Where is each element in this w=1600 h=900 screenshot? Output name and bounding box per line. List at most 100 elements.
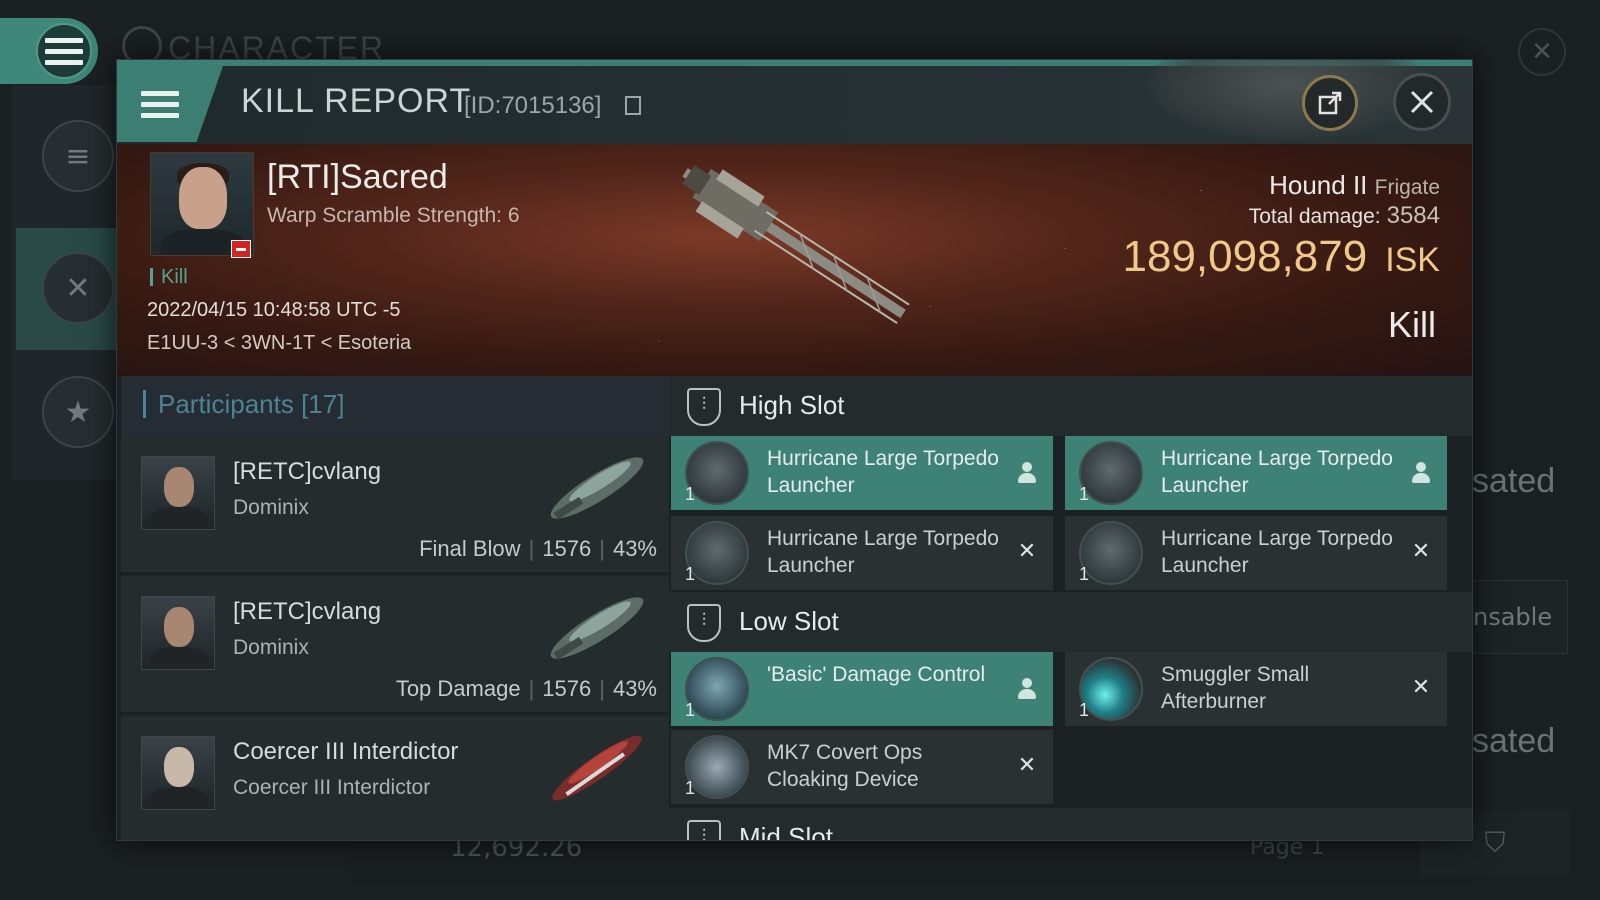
- high-slot-icon: ⫶: [687, 388, 721, 426]
- kill-location[interactable]: E1UU-3 < 3WN-1T < Esoteria: [147, 332, 411, 355]
- mid-slot-title: Mid Slot: [739, 822, 833, 841]
- victim-ship[interactable]: Hound II Frigate: [1269, 170, 1440, 201]
- module-name: 'Basic' Damage Control: [767, 663, 986, 686]
- module-item[interactable]: 1 Hurricane Large Torpedo Launcher: [671, 436, 1053, 510]
- hamburger-icon: [141, 90, 179, 118]
- low-slot-header: ⫶ Low Slot: [669, 592, 1472, 652]
- isk-unit: ISK: [1385, 241, 1440, 279]
- kill-datetime: 2022/04/15 10:48:58 UTC -5: [147, 299, 401, 321]
- participants-header: Participants [17]: [121, 376, 669, 436]
- module-name: Hurricane Large Torpedo Launcher: [767, 527, 999, 577]
- participant-row[interactable]: [RETC]cvlang Dominix Final Blow | 1576 | 43%: [121, 436, 669, 574]
- participant-damage: 1576: [542, 536, 592, 561]
- destroyed-x-icon: ✕: [1411, 675, 1431, 700]
- module-item[interactable]: 1 Smuggler Small Afterburner ✕: [1065, 652, 1447, 726]
- hamburger-icon: [36, 23, 92, 79]
- module-quantity: 1: [1079, 484, 1090, 504]
- participant-stats: Final Blow | 1576 | 43%: [419, 536, 657, 561]
- participant-name: [RETC]cvlang: [233, 598, 382, 625]
- background-side-button[interactable]: nsable: [1468, 580, 1568, 654]
- low-slot-icon: ⫶: [687, 604, 721, 642]
- total-damage-label: Total damage:: [1248, 205, 1381, 228]
- high-slot-title: High Slot: [739, 390, 845, 420]
- module-quantity: 1: [1079, 700, 1090, 720]
- close-icon: [1410, 90, 1434, 114]
- share-button[interactable]: [1302, 75, 1358, 131]
- module-quantity: 1: [685, 700, 696, 720]
- victim-ship-image[interactable]: [647, 154, 927, 354]
- participant-role: Final Blow: [419, 536, 521, 561]
- module-item[interactable]: 1 'Basic' Damage Control: [671, 652, 1053, 726]
- participant-percent: 43%: [612, 676, 657, 701]
- module-item[interactable]: 1 Hurricane Large Torpedo Launcher ✕: [671, 516, 1053, 590]
- participant-ship: Coercer III Interdictor: [233, 776, 431, 799]
- destroyed-x-icon: ✕: [1411, 539, 1431, 564]
- victim-subtitle: Warp Scramble Strength: 6: [267, 204, 520, 227]
- participant-ship: Dominix: [233, 636, 309, 659]
- participant-ship-image: [550, 457, 644, 520]
- destroyed-x-icon: ✕: [1017, 753, 1037, 778]
- background-side-text: sated: [1472, 722, 1556, 760]
- total-damage: Total damage: 3584: [1249, 202, 1440, 230]
- background-side-text: sated: [1472, 462, 1556, 500]
- isk-amount: 189,098,879: [1122, 232, 1368, 281]
- module-name: Smuggler Small Afterburner: [1161, 663, 1310, 713]
- module-item[interactable]: 1 Hurricane Large Torpedo Launcher ✕: [1065, 516, 1447, 590]
- list-icon[interactable]: ≡: [42, 120, 114, 192]
- fittings-panel: ⫶ High Slot 1 Hurricane Large Torpedo La…: [669, 376, 1472, 841]
- participant-role: Top Damage: [395, 676, 521, 701]
- avatar: [141, 736, 215, 810]
- mid-slot-header: ⫶ Mid Slot: [669, 808, 1472, 841]
- participant-row[interactable]: Coercer III Interdictor Coercer III Inte…: [121, 716, 669, 840]
- kill-report-dialog: KILL REPORT [ID:7015136] [RTI]Sacred War…: [116, 59, 1473, 841]
- dialog-title: KILL REPORT: [241, 82, 472, 120]
- participant-percent: 43%: [612, 536, 657, 561]
- result-label: Kill: [1387, 304, 1436, 345]
- ship-class: Frigate: [1374, 176, 1440, 199]
- crossed-swords-icon[interactable]: ✕: [42, 252, 114, 324]
- background-side-button-label: nsable: [1473, 603, 1553, 631]
- participant-name: [RETC]cvlang: [233, 458, 382, 485]
- module-quantity: 1: [685, 484, 696, 504]
- victim-name[interactable]: [RTI]Sacred: [267, 158, 448, 197]
- participant-stats: Top Damage | 1576 | 43%: [395, 676, 657, 701]
- module-quantity: 1: [685, 564, 696, 584]
- module-item[interactable]: 1 MK7 Covert Ops Cloaking Device ✕: [671, 730, 1053, 804]
- total-damage-value: 3584: [1386, 202, 1440, 229]
- victim-banner: [RTI]Sacred Warp Scramble Strength: 6 Ki…: [117, 144, 1472, 376]
- module-name: Hurricane Large Torpedo Launcher: [1161, 447, 1393, 497]
- module-name: Hurricane Large Torpedo Launcher: [1161, 527, 1393, 577]
- high-slot-header: ⫶ High Slot: [669, 376, 1472, 436]
- participant-ship-image: [552, 735, 642, 801]
- module-item[interactable]: 1 Hurricane Large Torpedo Launcher: [1065, 436, 1447, 510]
- module-name: Hurricane Large Torpedo Launcher: [767, 447, 999, 497]
- dropped-person-icon: [1017, 462, 1037, 484]
- kill-tag: Kill: [150, 267, 188, 287]
- star-icon[interactable]: ★: [42, 376, 114, 448]
- participant-name: Coercer III Interdictor: [233, 738, 459, 765]
- standing-badge-icon: [231, 240, 251, 258]
- participant-ship: Dominix: [233, 496, 309, 519]
- isk-value: 189,098,879 ISK: [1123, 232, 1441, 282]
- module-quantity: 1: [1079, 564, 1090, 584]
- participants-count: [17]: [301, 389, 345, 419]
- background-close-icon[interactable]: ✕: [1518, 28, 1566, 76]
- mid-slot-icon: ⫶: [687, 820, 721, 840]
- module-name: MK7 Covert Ops Cloaking Device: [767, 741, 923, 791]
- close-button[interactable]: [1393, 73, 1451, 131]
- participant-row[interactable]: [RETC]cvlang Dominix Top Damage | 1576 | 43%: [121, 576, 669, 714]
- participants-title: Participants [17]: [143, 390, 344, 418]
- main-menu-button[interactable]: [0, 18, 98, 84]
- dropped-person-icon: [1411, 462, 1431, 484]
- avatar: [141, 456, 215, 530]
- avatar: [141, 596, 215, 670]
- copy-icon[interactable]: [625, 96, 641, 115]
- participants-panel: Participants [17] [RETC]cvlang Dominix F…: [121, 376, 669, 840]
- destroyed-x-icon: ✕: [1017, 539, 1037, 564]
- module-quantity: 1: [685, 778, 696, 798]
- kill-id: [ID:7015136]: [464, 92, 602, 119]
- participant-damage: 1576: [542, 676, 592, 701]
- share-icon: [1318, 91, 1342, 115]
- ship-name: Hound II: [1269, 170, 1368, 200]
- low-slot-title: Low Slot: [739, 606, 839, 636]
